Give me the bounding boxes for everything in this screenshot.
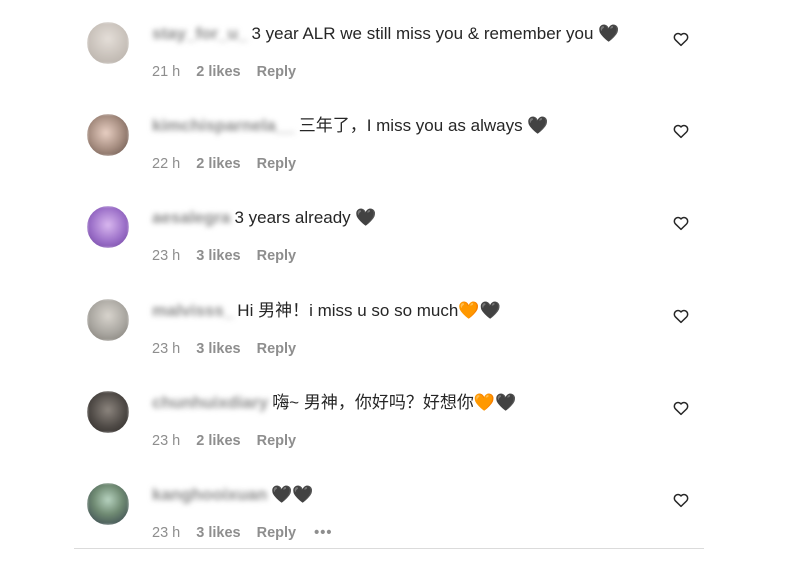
heart-outline-icon <box>673 32 689 47</box>
comment-line: stay_for_u_ 3 year ALR we still miss you … <box>152 23 619 45</box>
comment-item: chunhuixdiary 嗨~ 男神，你好吗？好想你🧡🖤 23 h 2 like… <box>0 369 800 461</box>
comment-meta: 23 h 3 likes Reply <box>152 341 308 357</box>
username[interactable]: kanghooixuan <box>152 484 267 506</box>
heart-outline-icon <box>673 216 689 231</box>
comment-text: 3 years already 🖤 <box>234 208 377 227</box>
comments-list: stay_for_u_ 3 year ALR we still miss you … <box>0 0 800 567</box>
like-button[interactable] <box>672 122 690 140</box>
like-button[interactable] <box>672 399 690 417</box>
comment-meta: 23 h 3 likes Reply <box>152 248 308 264</box>
comment-line: malvisss_ Hi 男神！i miss u so so much🧡🖤 <box>152 300 501 322</box>
reply-button[interactable]: Reply <box>257 248 297 264</box>
avatar-image <box>87 206 129 248</box>
comment-item: aesalegra 3 years already 🖤 23 h 3 likes … <box>0 184 800 276</box>
avatar-image <box>87 114 129 156</box>
heart-outline-icon <box>673 493 689 508</box>
avatar[interactable] <box>87 391 129 433</box>
likes-count[interactable]: 2 likes <box>196 64 240 80</box>
reply-button[interactable]: Reply <box>257 433 297 449</box>
comment-text: Hi 男神！i miss u so so much🧡🖤 <box>237 301 501 320</box>
timestamp[interactable]: 21 h <box>152 64 180 80</box>
username[interactable]: aesalegra <box>152 207 230 229</box>
like-button[interactable] <box>672 30 690 48</box>
more-options-icon[interactable]: ••• <box>314 525 332 541</box>
likes-count[interactable]: 3 likes <box>196 525 240 541</box>
comment-item: kimchisparnela__ 三年了，I miss you as always… <box>0 92 800 184</box>
avatar-image <box>87 299 129 341</box>
comment-text: 🖤🖤 <box>271 485 314 504</box>
comment-item: kanghooixuan 🖤🖤 23 h 3 likes Reply ••• <box>0 461 800 553</box>
comment-text: 三年了，I miss you as always 🖤 <box>298 116 549 135</box>
avatar[interactable] <box>87 299 129 341</box>
likes-count[interactable]: 3 likes <box>196 341 240 357</box>
comment-line: aesalegra 3 years already 🖤 <box>152 207 377 229</box>
likes-count[interactable]: 2 likes <box>196 156 240 172</box>
username[interactable]: chunhuixdiary <box>152 392 268 414</box>
heart-outline-icon <box>673 309 689 324</box>
comment-line: kanghooixuan 🖤🖤 <box>152 484 314 506</box>
timestamp[interactable]: 23 h <box>152 341 180 357</box>
comment-meta: 21 h 2 likes Reply <box>152 64 308 80</box>
comment-text: 嗨~ 男神，你好吗？好想你🧡🖤 <box>272 393 517 412</box>
reply-button[interactable]: Reply <box>257 64 297 80</box>
reply-button[interactable]: Reply <box>257 156 297 172</box>
comment-meta: 23 h 2 likes Reply <box>152 433 308 449</box>
timestamp[interactable]: 23 h <box>152 525 180 541</box>
avatar[interactable] <box>87 206 129 248</box>
like-button[interactable] <box>672 307 690 325</box>
comment-item: malvisss_ Hi 男神！i miss u so so much🧡🖤 23 … <box>0 277 800 369</box>
timestamp[interactable]: 23 h <box>152 433 180 449</box>
username[interactable]: kimchisparnela__ <box>152 115 295 137</box>
comment-meta: 22 h 2 likes Reply <box>152 156 308 172</box>
like-button[interactable] <box>672 491 690 509</box>
avatar-image <box>87 22 129 64</box>
reply-button[interactable]: Reply <box>257 341 297 357</box>
avatar-image <box>87 483 129 525</box>
divider <box>74 548 704 549</box>
timestamp[interactable]: 23 h <box>152 248 180 264</box>
like-button[interactable] <box>672 214 690 232</box>
username[interactable]: stay_for_u_ <box>152 23 247 45</box>
heart-outline-icon <box>673 124 689 139</box>
heart-outline-icon <box>673 401 689 416</box>
comment-text: 3 year ALR we still miss you & remember … <box>251 24 620 43</box>
timestamp[interactable]: 22 h <box>152 156 180 172</box>
comment-item: stay_for_u_ 3 year ALR we still miss you … <box>0 0 800 92</box>
likes-count[interactable]: 2 likes <box>196 433 240 449</box>
avatar-image <box>87 391 129 433</box>
avatar[interactable] <box>87 22 129 64</box>
avatar[interactable] <box>87 483 129 525</box>
comment-line: chunhuixdiary 嗨~ 男神，你好吗？好想你🧡🖤 <box>152 392 516 414</box>
username[interactable]: malvisss_ <box>152 300 233 322</box>
likes-count[interactable]: 3 likes <box>196 248 240 264</box>
avatar[interactable] <box>87 114 129 156</box>
comment-line: kimchisparnela__ 三年了，I miss you as always… <box>152 115 548 137</box>
comment-meta: 23 h 3 likes Reply ••• <box>152 525 344 541</box>
reply-button[interactable]: Reply <box>257 525 297 541</box>
